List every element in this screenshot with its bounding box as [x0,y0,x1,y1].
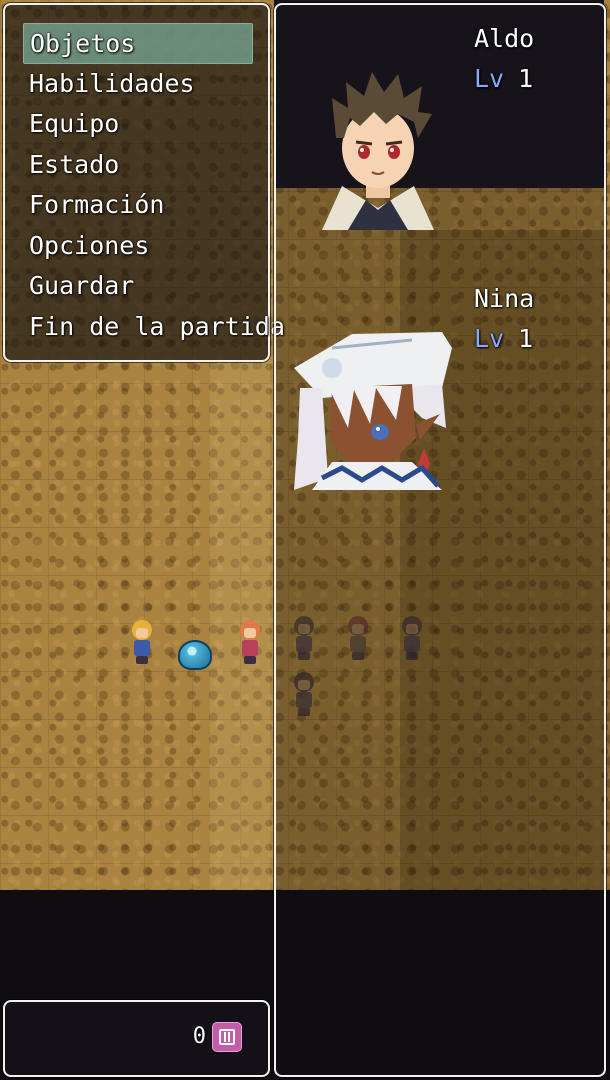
menu-item-objetos[interactable]: Objetos [23,23,253,64]
aldo-portrait[interactable] [312,68,444,230]
actor-name-nina: Nina [474,284,535,313]
actor-level-aldo: Lv 1 [474,64,533,93]
menu-item-fin-de-la-partida[interactable]: Fin de la partida [23,307,285,348]
level-value: 1 [518,324,534,353]
actor-name-aldo: Aldo [474,24,535,53]
girl-sprite [234,618,266,666]
main-menu-window: Objetos Habilidades Equipo Estado Formac… [3,3,285,362]
main-menu-list: Objetos Habilidades Equipo Estado Formac… [23,23,285,348]
menu-item-opciones[interactable]: Opciones [23,226,253,267]
menu-item-equipo[interactable]: Equipo [23,104,253,145]
gold-window: 0 [3,1000,270,1077]
level-label: Lv [474,324,505,353]
gold-amount: 0 [192,1024,206,1049]
level-value: 1 [518,64,534,93]
menu-item-estado[interactable]: Estado [23,145,253,186]
actor-level-nina: Lv 1 [474,324,533,353]
menu-item-guardar[interactable]: Guardar [23,266,253,307]
hero-sprite [126,618,158,666]
nina-portrait[interactable] [292,328,454,490]
currency-icon [212,1022,242,1052]
slime-sprite [178,640,212,670]
level-label: Lv [474,64,505,93]
menu-item-habilidades[interactable]: Habilidades [23,64,253,105]
menu-item-formacion[interactable]: Formación [23,185,253,226]
